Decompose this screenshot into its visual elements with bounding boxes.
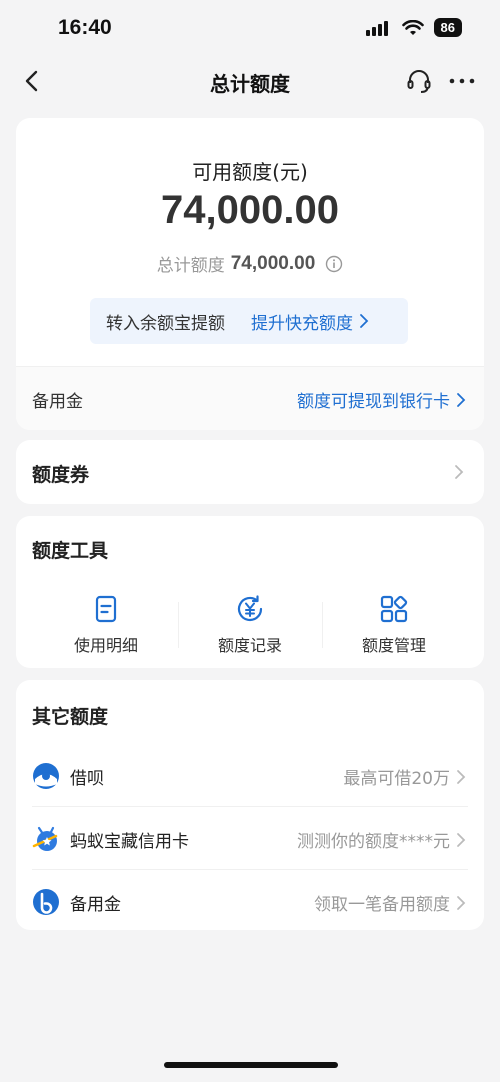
- reserve-fund-label: 备用金: [32, 392, 83, 412]
- divider: [322, 602, 323, 648]
- tool-label: 额度记录: [217, 636, 282, 655]
- total-quota-row: 总计额度 74,000.00: [16, 251, 484, 276]
- chevron-right-icon: [457, 832, 466, 847]
- other-quota-title: 其它额度: [32, 706, 109, 728]
- total-quota-label: 总计额度: [156, 256, 225, 276]
- tool-quota-management[interactable]: 额度管理: [324, 594, 464, 656]
- tool-label: 使用明细: [73, 636, 138, 655]
- more-dots-icon[interactable]: [448, 68, 476, 94]
- other-quota-item-ant-card[interactable]: 蚂蚁宝藏信用卡 测测你的额度****元: [16, 807, 484, 869]
- divider: [178, 602, 179, 648]
- ant-card-icon: [32, 826, 58, 851]
- tool-usage-details[interactable]: 使用明细: [36, 594, 176, 656]
- document-icon: [95, 595, 117, 623]
- available-quota-amount: 74,000.00: [161, 188, 339, 232]
- wifi-icon: [401, 19, 424, 35]
- nav-bar: 总计额度: [0, 56, 500, 106]
- total-quota-amount: 74,000.00: [230, 252, 316, 274]
- withdraw-to-bank-link[interactable]: 额度可提现到银行卡: [297, 387, 466, 412]
- chevron-right-icon: [457, 392, 466, 407]
- other-quota-desc-text: 最高可借20万: [343, 769, 450, 789]
- headset-icon[interactable]: [406, 68, 432, 94]
- quota-coupon-row[interactable]: 额度券: [16, 440, 484, 504]
- other-quota-desc-text: 领取一笔备用额度: [314, 895, 450, 915]
- chevron-right-icon: [360, 314, 369, 328]
- other-quota-item-reserve[interactable]: 备用金 领取一笔备用额度: [16, 870, 484, 932]
- quota-tools-title: 额度工具: [32, 540, 109, 562]
- status-bar: 16:40 86: [0, 0, 500, 56]
- info-icon[interactable]: [325, 255, 343, 273]
- other-quota-name: 借呗: [70, 769, 104, 789]
- tool-label: 额度管理: [361, 636, 426, 655]
- quota-coupon-label: 额度券: [32, 464, 90, 486]
- other-quota-card: 其它额度 借呗 最高可借20万 蚂蚁宝藏信用卡 测测你的额度****元 备用金 …: [16, 680, 484, 930]
- quota-tools-card: 额度工具 使用明细 额度记录 额度管理: [16, 516, 484, 668]
- boost-quota-label: 提升快充额度: [251, 313, 353, 334]
- other-quota-desc: 测测你的额度****元: [297, 827, 466, 852]
- other-quota-item-jiebei[interactable]: 借呗 最高可借20万: [16, 744, 484, 806]
- yen-refresh-icon: [237, 595, 263, 622]
- battery-indicator: 86: [433, 18, 462, 37]
- promo-text: 转入余额宝提额: [106, 313, 225, 334]
- chevron-right-icon: [457, 769, 466, 784]
- chevron-right-icon: [457, 895, 466, 910]
- reserve-b-icon: [33, 889, 59, 915]
- other-quota-name: 备用金: [70, 895, 121, 915]
- status-icons: 86: [365, 18, 462, 37]
- available-quota-label: 可用额度(元): [192, 160, 308, 184]
- other-quota-desc-text: 测测你的额度****元: [297, 832, 450, 852]
- reserve-fund-row[interactable]: 备用金 额度可提现到银行卡: [16, 366, 484, 430]
- boost-quota-link[interactable]: 提升快充额度: [251, 309, 369, 334]
- other-quota-name: 蚂蚁宝藏信用卡: [70, 832, 189, 852]
- home-indicator[interactable]: [164, 1062, 338, 1068]
- grid-manage-icon: [380, 595, 408, 623]
- jiebei-icon: [33, 763, 59, 789]
- tool-quota-records[interactable]: 额度记录: [180, 594, 320, 656]
- other-quota-desc: 领取一笔备用额度: [314, 890, 466, 915]
- chevron-right-icon: [455, 465, 464, 479]
- quota-summary-card: 可用额度(元) 74,000.00 总计额度 74,000.00 转入余额宝提额…: [16, 118, 484, 430]
- status-time: 16:40: [58, 16, 112, 39]
- promo-box[interactable]: 转入余额宝提额 提升快充额度: [90, 298, 408, 344]
- withdraw-to-bank-label: 额度可提现到银行卡: [297, 392, 450, 412]
- other-quota-desc: 最高可借20万: [343, 764, 466, 789]
- signal-icon: [365, 20, 388, 36]
